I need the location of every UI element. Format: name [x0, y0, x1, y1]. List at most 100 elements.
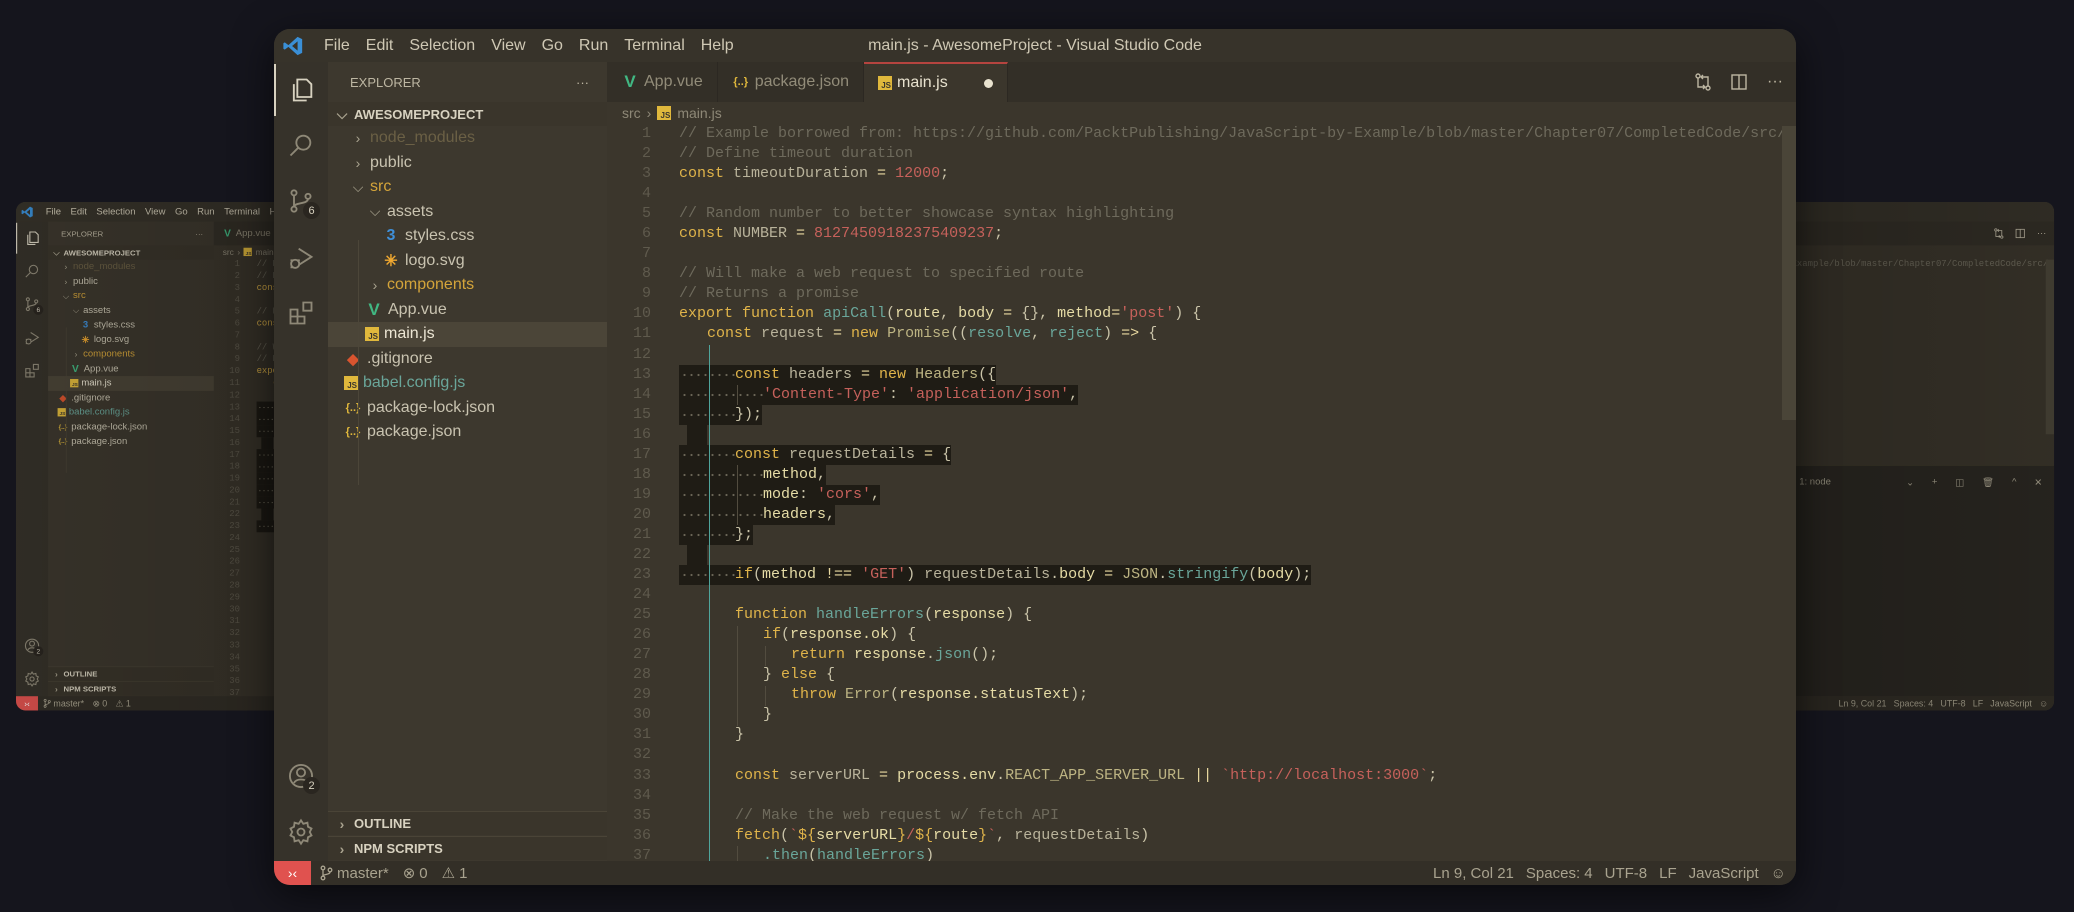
activity-source-control[interactable]: 6 — [16, 289, 48, 320]
npm-scripts-section[interactable]: › NPM SCRIPTS — [328, 836, 607, 860]
breadcrumb-folder[interactable]: src — [622, 105, 641, 121]
tree-item[interactable]: › node_modules — [328, 126, 607, 151]
tab-app-vue[interactable]: V App.vue — [214, 221, 280, 246]
menu-go[interactable]: Go — [170, 206, 192, 217]
language-mode[interactable]: JavaScript — [1689, 865, 1759, 882]
tree-item[interactable]: ⌵assets — [328, 200, 607, 225]
split-terminal-icon[interactable]: ◫ — [1955, 476, 1964, 488]
split-editor-button[interactable] — [1728, 73, 1750, 91]
tree-item[interactable]: 3 styles.css — [328, 224, 607, 249]
activity-extensions[interactable] — [16, 355, 48, 386]
tree-item[interactable]: › public — [48, 274, 214, 289]
menu-run[interactable]: Run — [571, 37, 616, 55]
menu-terminal[interactable]: Terminal — [616, 37, 692, 55]
tree-item[interactable]: ⌵assets — [48, 303, 214, 318]
tree-item[interactable]: JSmain.js — [48, 376, 214, 391]
activity-search[interactable] — [16, 255, 48, 286]
more-actions-button[interactable]: ··· — [1764, 73, 1786, 91]
outline-section[interactable]: › OUTLINE — [48, 666, 214, 681]
outline-section[interactable]: › OUTLINE — [328, 811, 607, 835]
activity-manage[interactable] — [274, 806, 328, 858]
open-changes-button[interactable] — [1692, 72, 1714, 92]
menu-selection[interactable]: Selection — [401, 37, 483, 55]
tree-item[interactable]: JSbabel.config.js — [328, 371, 607, 396]
tree-item[interactable]: ✳logo.svg — [48, 332, 214, 347]
tree-item[interactable]: V App.vue — [328, 298, 607, 323]
breadcrumb-file[interactable]: main.js — [677, 105, 721, 121]
tree-item[interactable]: ◆ .gitignore — [328, 347, 607, 372]
end-of-line[interactable]: LF — [1973, 698, 1983, 708]
unsaved-dot-icon[interactable] — [983, 78, 993, 88]
breadcrumb-folder[interactable]: src — [223, 247, 234, 257]
indentation[interactable]: Spaces: 4 — [1526, 865, 1593, 882]
tree-item[interactable]: 3 styles.css — [48, 318, 214, 333]
menu-help[interactable]: Help — [693, 37, 742, 55]
split-editor-button[interactable] — [2014, 228, 2027, 239]
open-changes-button[interactable] — [1992, 228, 2005, 240]
explorer-more-button[interactable]: ··· — [576, 75, 589, 90]
activity-explorer[interactable] — [16, 222, 48, 254]
tree-item[interactable]: ✳logo.svg — [328, 249, 607, 274]
more-actions-button[interactable]: ··· — [2035, 228, 2048, 239]
project-header[interactable]: ⌵ AWESOMEPROJECT — [48, 245, 214, 260]
activity-accounts[interactable]: 2 — [274, 750, 328, 802]
remote-button[interactable]: ›‹ — [274, 861, 311, 885]
terminal-select[interactable]: 1: node — [1799, 477, 1831, 488]
activity-explorer[interactable] — [274, 64, 328, 116]
npm-scripts-section[interactable]: › NPM SCRIPTS — [48, 681, 214, 696]
menu-go[interactable]: Go — [534, 37, 571, 55]
menu-view[interactable]: View — [140, 206, 170, 217]
new-terminal-icon[interactable]: + — [1932, 477, 1938, 488]
activity-run-debug[interactable] — [16, 323, 48, 354]
menu-run[interactable]: Run — [192, 206, 219, 217]
project-header[interactable]: ⌵ AWESOMEPROJECT — [328, 102, 607, 126]
code-editor[interactable]: 1 // Example borrowed from: https://githu… — [607, 124, 1796, 861]
tab-main-js[interactable]: JS main.js — [864, 62, 1008, 102]
tree-item[interactable]: JSmain.js — [328, 322, 607, 347]
chevron-down-icon[interactable]: ⌄ — [1906, 476, 1914, 488]
explorer-more-button[interactable]: ··· — [195, 229, 203, 238]
tree-item[interactable]: › components — [328, 273, 607, 298]
tree-item[interactable]: › public — [328, 151, 607, 176]
cursor-position[interactable]: Ln 9, Col 21 — [1433, 865, 1514, 882]
menu-terminal[interactable]: Terminal — [219, 206, 264, 217]
menu-selection[interactable]: Selection — [92, 206, 141, 217]
tree-item[interactable]: › node_modules — [48, 260, 214, 275]
close-panel-icon[interactable]: ✕ — [2034, 476, 2042, 488]
trash-icon[interactable]: 🗑 — [1982, 476, 1994, 488]
feedback-icon[interactable]: ☺ — [1771, 865, 1786, 882]
encoding[interactable]: UTF-8 — [1605, 865, 1648, 882]
encoding[interactable]: UTF-8 — [1940, 698, 1965, 708]
tree-item[interactable]: {..}package-lock.json — [328, 396, 607, 421]
language-mode[interactable]: JavaScript — [1990, 698, 2032, 708]
end-of-line[interactable]: LF — [1659, 865, 1677, 882]
branch-status[interactable]: master* — [319, 865, 389, 882]
activity-manage[interactable] — [16, 664, 48, 695]
tree-item[interactable]: ⌵src — [328, 175, 607, 200]
problems-status[interactable]: ⊗ 0 ⚠ 1 — [92, 698, 130, 708]
tree-item[interactable]: ◆ .gitignore — [48, 391, 214, 406]
tree-item[interactable]: ⌵src — [48, 289, 214, 304]
remote-button[interactable]: ›‹ — [16, 696, 38, 711]
tree-item[interactable]: {..} package.json — [328, 420, 607, 445]
indentation[interactable]: Spaces: 4 — [1894, 698, 1934, 708]
feedback-icon[interactable]: ☺ — [2039, 698, 2048, 708]
tree-item[interactable]: {..}package-lock.json — [48, 420, 214, 435]
problems-status[interactable]: ⊗ 0 ⚠ 1 — [403, 864, 468, 883]
cursor-position[interactable]: Ln 9, Col 21 — [1838, 698, 1886, 708]
activity-extensions[interactable] — [274, 287, 328, 339]
activity-search[interactable] — [274, 119, 328, 171]
editor-scrollbar[interactable] — [1782, 126, 1796, 420]
maximize-panel-icon[interactable]: ^ — [2012, 477, 2016, 488]
menu-view[interactable]: View — [483, 37, 533, 55]
tab-package-json[interactable]: {..} package.json — [718, 62, 865, 102]
editor-scrollbar[interactable] — [2045, 259, 2055, 435]
tree-item[interactable]: › components — [48, 347, 214, 362]
activity-source-control[interactable]: 6 — [274, 175, 328, 227]
branch-status[interactable]: master* — [43, 698, 84, 708]
menu-edit[interactable]: Edit — [66, 206, 92, 217]
tree-item[interactable]: V App.vue — [48, 361, 214, 376]
tree-item[interactable]: JSbabel.config.js — [48, 405, 214, 420]
menu-file[interactable]: File — [41, 206, 66, 217]
menu-edit[interactable]: Edit — [358, 37, 402, 55]
